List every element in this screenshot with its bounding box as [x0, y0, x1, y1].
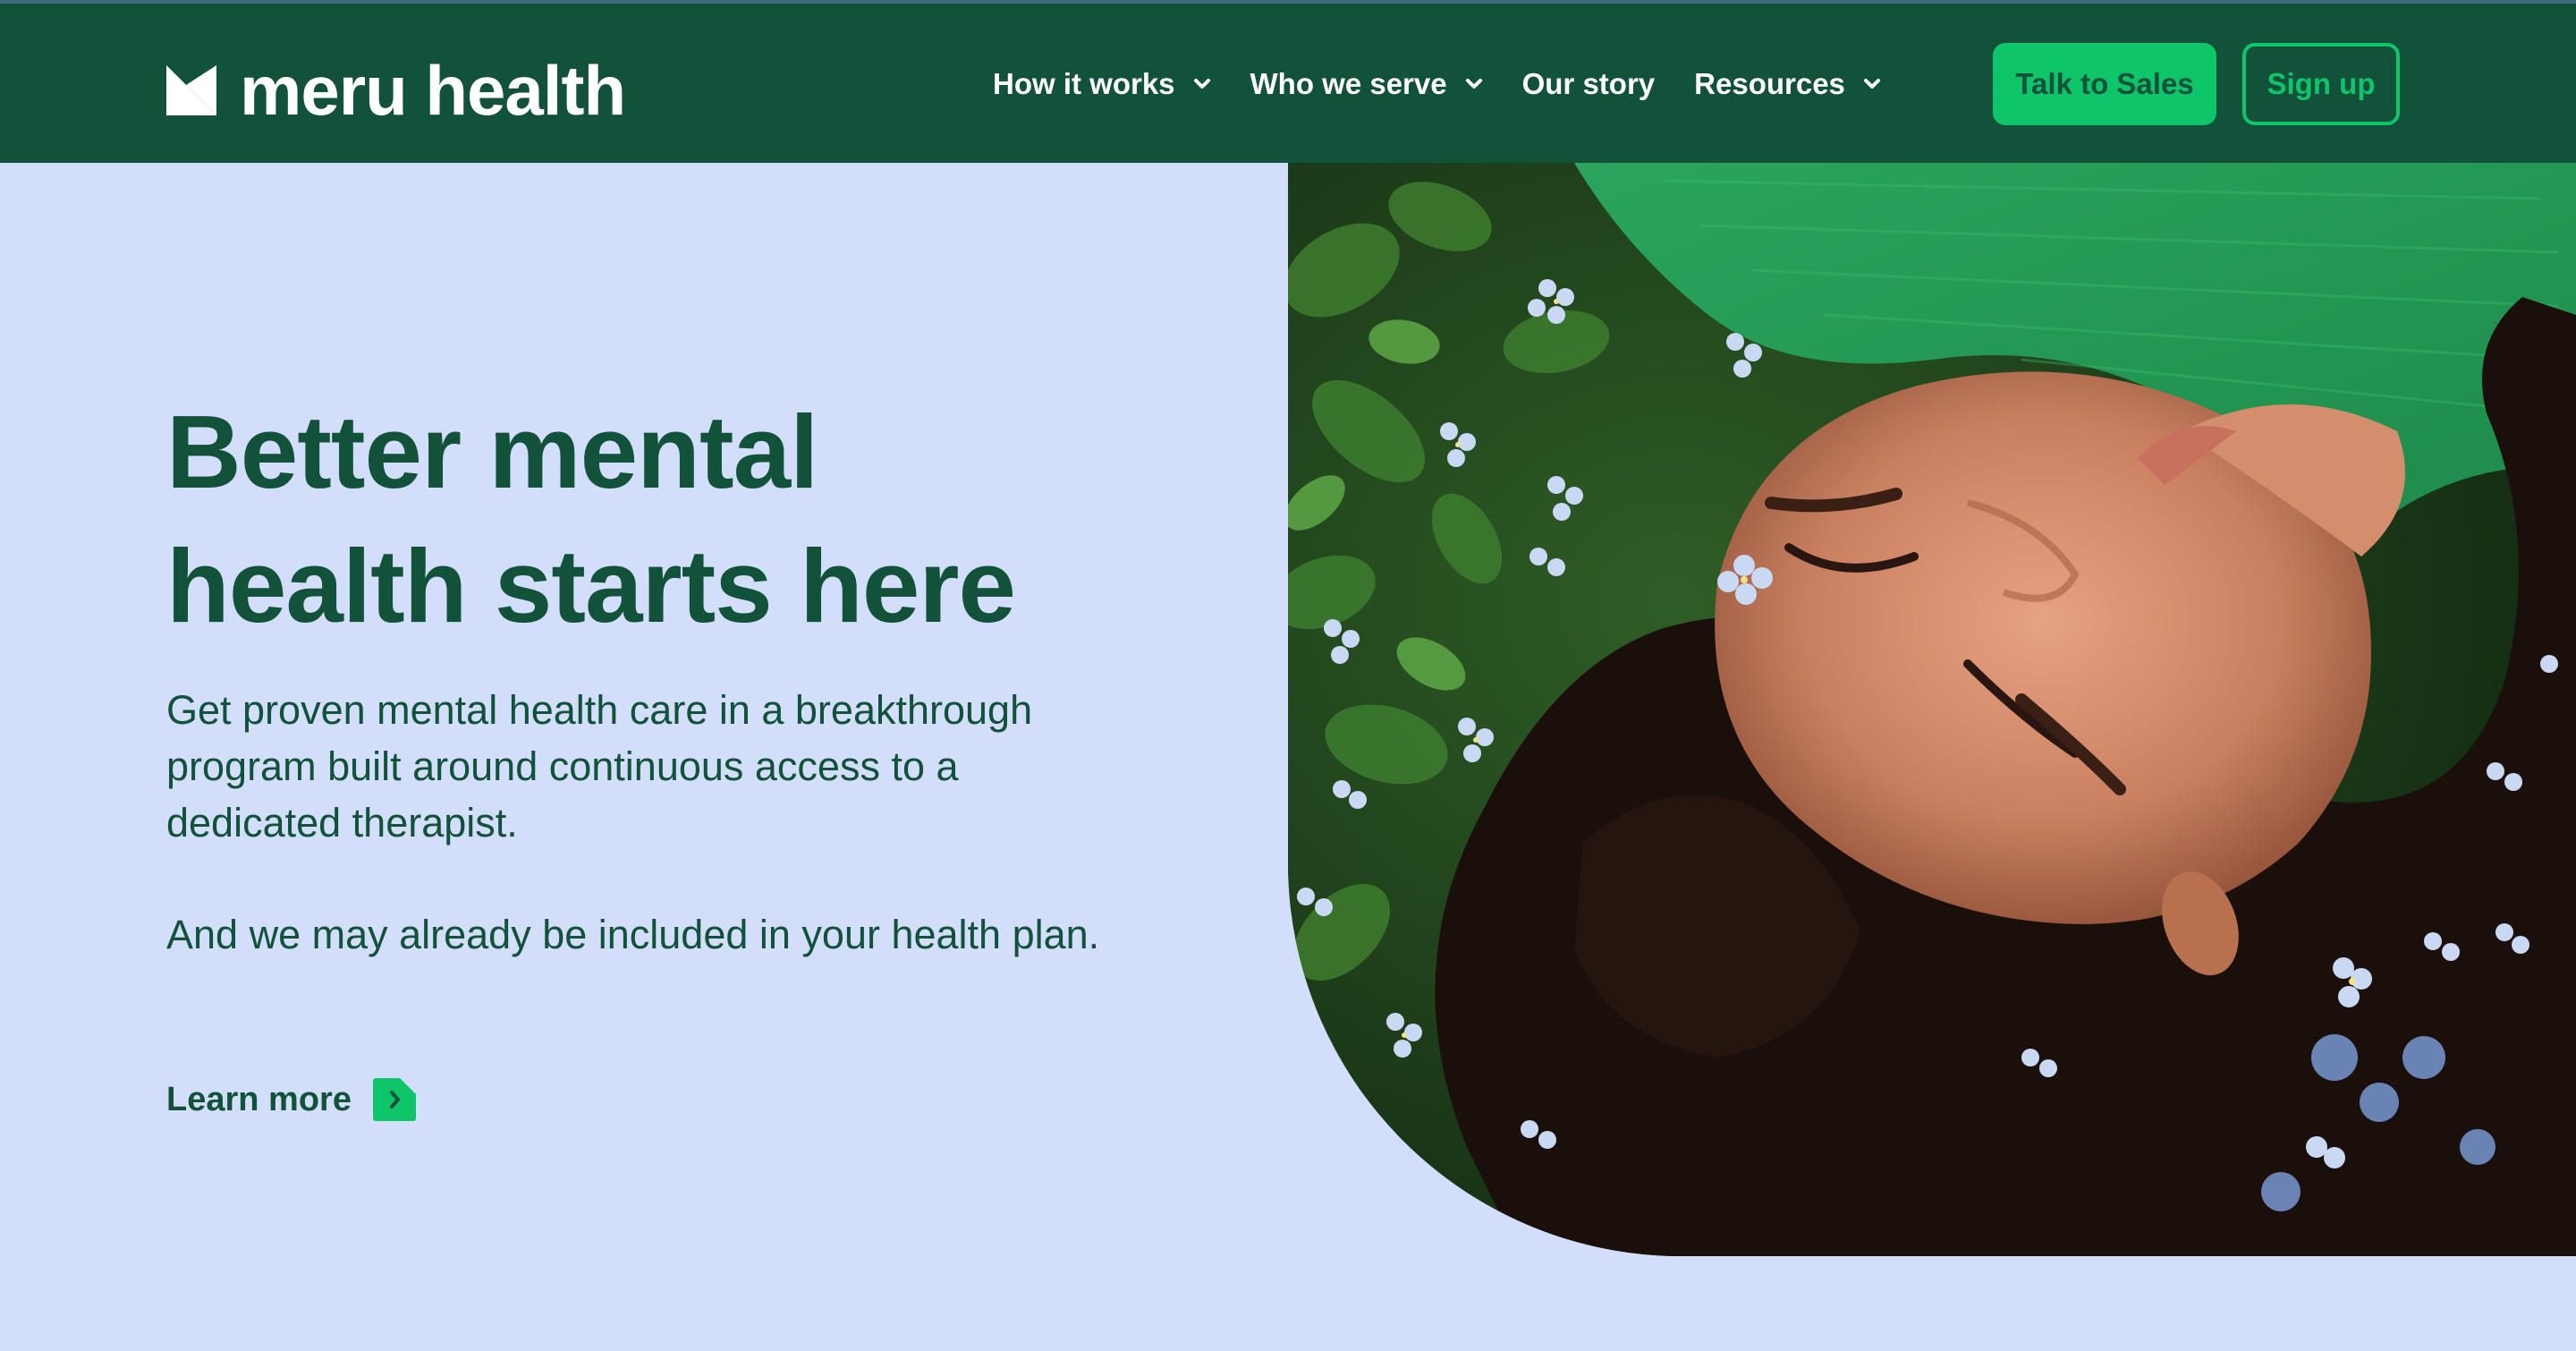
- primary-nav: How it works Who we serve Our story Reso…: [993, 57, 1920, 111]
- hero-headline: Better mental health starts here: [166, 385, 1240, 653]
- arrow-right-icon: [372, 1078, 416, 1121]
- top-navigation: meru health How it works Who we serve Ou…: [0, 4, 2576, 163]
- nav-item-label: Who we serve: [1250, 67, 1447, 100]
- brand-name: meru health: [240, 51, 626, 130]
- meru-logo-mark-icon: [166, 65, 216, 115]
- nav-item-label: Resources: [1694, 67, 1845, 100]
- hero-headline-line1: Better mental: [166, 394, 818, 510]
- hero-headline-line2: health starts here: [166, 528, 1016, 644]
- sign-up-button[interactable]: Sign up: [2242, 43, 2400, 125]
- hero-description: Get proven mental health care in a break…: [166, 687, 1033, 845]
- nav-item-label: Our story: [1521, 67, 1656, 100]
- woman-in-flowers-illustration: [1288, 163, 2576, 1256]
- nav-item-who-we-serve[interactable]: Who we serve: [1250, 67, 1483, 101]
- nav-item-our-story[interactable]: Our story: [1522, 67, 1656, 101]
- brand-logo[interactable]: meru health: [166, 51, 626, 130]
- learn-more-label: Learn more: [166, 1080, 352, 1118]
- nav-item-label: How it works: [993, 67, 1175, 100]
- learn-more-link[interactable]: Learn more: [166, 1078, 416, 1121]
- hero-health-plan-note: And we may already be included in your h…: [166, 912, 1100, 957]
- chevron-down-icon: [1863, 79, 1880, 89]
- nav-item-resources[interactable]: Resources: [1694, 67, 1881, 101]
- talk-to-sales-button[interactable]: Talk to Sales: [1993, 43, 2216, 125]
- chevron-down-icon: [1465, 79, 1482, 89]
- page: meru health How it works Who we serve Ou…: [0, 0, 2576, 1351]
- hero-photo: [1288, 163, 2576, 1256]
- chevron-down-icon: [1193, 79, 1210, 89]
- nav-item-how-it-works[interactable]: How it works: [993, 67, 1211, 101]
